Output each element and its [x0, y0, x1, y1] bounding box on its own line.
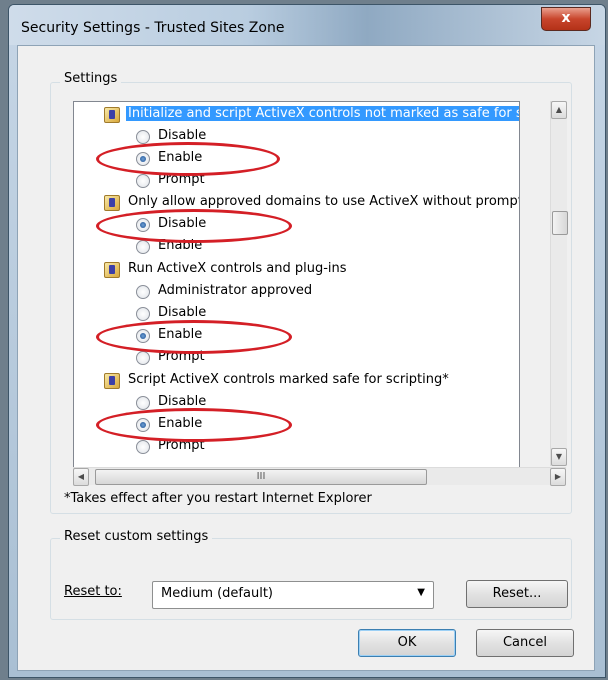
option-label: Disable	[158, 128, 207, 143]
horizontal-scrollbar[interactable]: ◀ III ▶	[73, 467, 566, 486]
annotation-ellipse	[96, 142, 280, 176]
setting-shield-icon	[104, 195, 120, 211]
radio-disable[interactable]	[136, 307, 150, 321]
title-bar[interactable]: Security Settings - Trusted Sites Zone x	[9, 5, 605, 45]
setting-shield-icon	[104, 373, 120, 389]
security-settings-window: Security Settings - Trusted Sites Zone x…	[8, 4, 606, 678]
horizontal-scroll-thumb[interactable]: III	[95, 469, 427, 485]
radio-administrator-approved[interactable]	[136, 285, 150, 299]
settings-group-label: Settings	[60, 71, 122, 86]
reset-level-dropdown[interactable]: Medium (default) ▼	[152, 581, 434, 609]
annotation-ellipse	[96, 209, 292, 243]
window-title: Security Settings - Trusted Sites Zone	[21, 20, 285, 36]
chevron-down-icon[interactable]: ▼	[417, 587, 425, 598]
scroll-down-arrow-icon[interactable]: ▼	[551, 448, 567, 466]
window-edge-icon	[8, 21, 9, 37]
reset-to-label: Reset to:	[64, 584, 122, 599]
radio-disable[interactable]	[136, 396, 150, 410]
radio-prompt[interactable]	[136, 174, 150, 188]
setting-item-label[interactable]: Initialize and script ActiveX controls n…	[126, 106, 519, 121]
scroll-left-arrow-icon[interactable]: ◀	[73, 468, 89, 486]
option-label: Disable	[158, 394, 207, 409]
ok-button[interactable]: OK	[358, 629, 456, 657]
setting-shield-icon	[104, 107, 120, 123]
dialog-body: Settings Initialize and script ActiveX c…	[17, 45, 595, 671]
option-label: Disable	[158, 305, 207, 320]
setting-item-label[interactable]: Script ActiveX controls marked safe for …	[128, 372, 449, 387]
setting-shield-icon	[104, 262, 120, 278]
radio-prompt[interactable]	[136, 440, 150, 454]
annotation-ellipse	[96, 408, 292, 442]
annotation-ellipse	[96, 320, 292, 354]
scroll-up-arrow-icon[interactable]: ▲	[551, 101, 567, 119]
reset-group-label: Reset custom settings	[60, 529, 213, 544]
restart-footnote: *Takes effect after you restart Internet…	[64, 491, 372, 506]
reset-button[interactable]: Reset...	[466, 580, 568, 608]
vertical-scrollbar[interactable]: ▲ ▼	[550, 101, 568, 466]
settings-tree[interactable]: Initialize and script ActiveX controls n…	[73, 101, 520, 468]
radio-enable[interactable]	[136, 240, 150, 254]
scroll-right-arrow-icon[interactable]: ▶	[550, 468, 566, 486]
reset-level-value: Medium (default)	[161, 586, 273, 601]
setting-item-label[interactable]: Run ActiveX controls and plug-ins	[128, 261, 347, 276]
cancel-button[interactable]: Cancel	[476, 629, 574, 657]
setting-item-label[interactable]: Only allow approved domains to use Activ…	[128, 194, 519, 209]
option-label: Administrator approved	[158, 283, 313, 298]
radio-prompt[interactable]	[136, 351, 150, 365]
close-button[interactable]: x	[541, 7, 591, 31]
vertical-scroll-thumb[interactable]	[552, 211, 568, 235]
radio-disable[interactable]	[136, 130, 150, 144]
